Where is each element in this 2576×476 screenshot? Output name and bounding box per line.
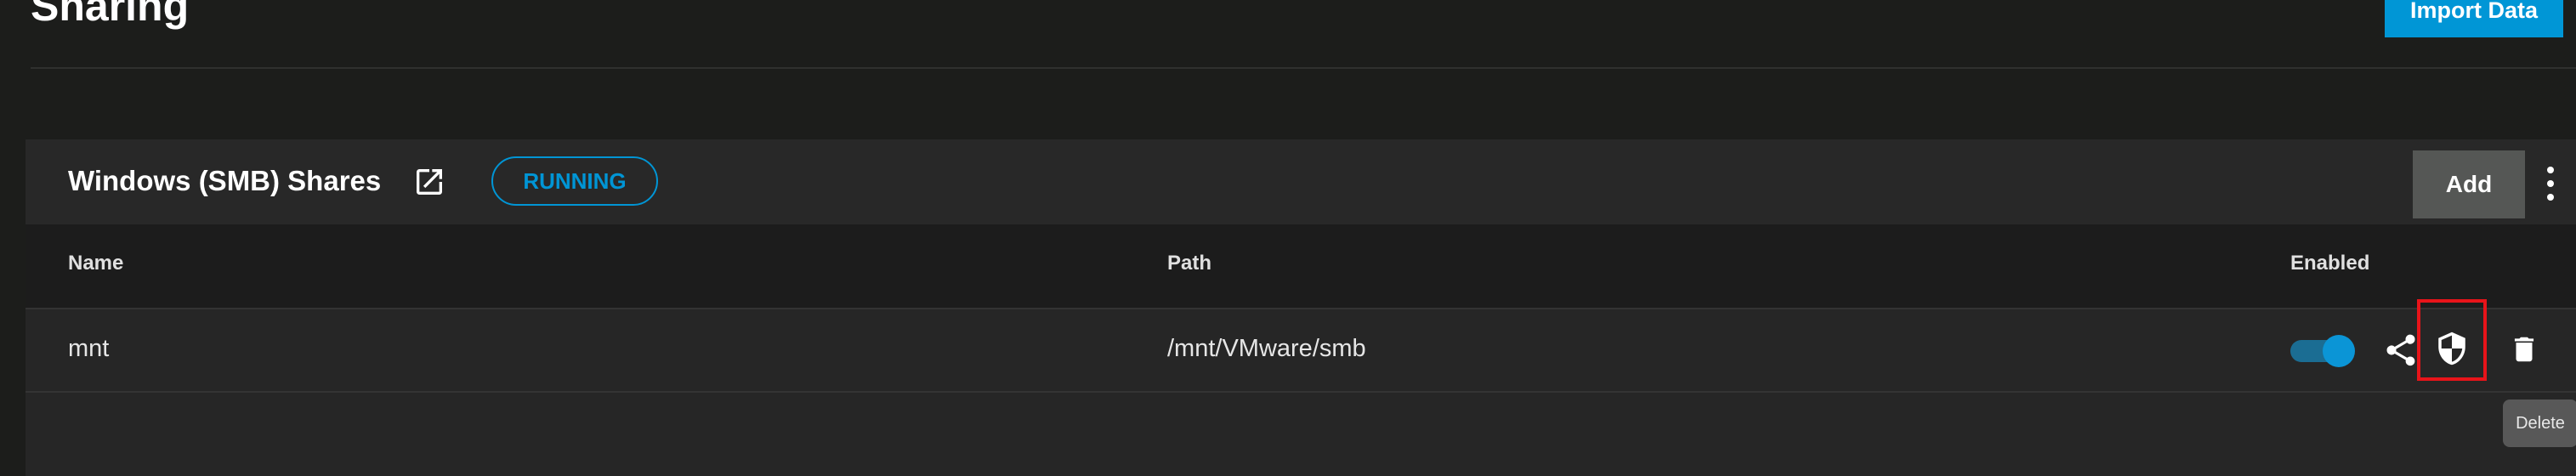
service-status-badge[interactable]: RUNNING [491, 156, 658, 206]
import-data-button[interactable]: Import Data [2385, 0, 2563, 37]
card-header: Windows (SMB) Shares RUNNING Add [26, 139, 2576, 224]
column-header-enabled: Enabled [2290, 252, 2370, 275]
header-divider [31, 67, 2576, 69]
card-title[interactable]: Windows (SMB) Shares [68, 165, 381, 197]
shield-icon[interactable] [2434, 328, 2470, 369]
more-options-icon[interactable] [2538, 167, 2563, 204]
column-header-path: Path [1167, 252, 1212, 275]
table-row[interactable]: mnt /mnt/VMware/smb [26, 299, 2576, 393]
share-name: mnt [68, 335, 110, 362]
table-header: Name Path Enabled [26, 224, 2576, 309]
enabled-toggle[interactable] [2290, 335, 2355, 367]
page-title: Sharing [31, 0, 190, 30]
smb-shares-card: Windows (SMB) Shares RUNNING Add Name Pa… [26, 139, 2576, 476]
delete-icon[interactable] [2508, 330, 2540, 369]
external-link-icon[interactable] [412, 165, 446, 199]
share-path: /mnt/VMware/smb [1167, 335, 1366, 362]
column-header-name: Name [68, 252, 124, 275]
tooltip: Delete [2503, 400, 2576, 447]
toggle-thumb [2323, 335, 2355, 367]
add-button[interactable]: Add [2413, 150, 2525, 218]
share-icon[interactable] [2382, 332, 2420, 369]
